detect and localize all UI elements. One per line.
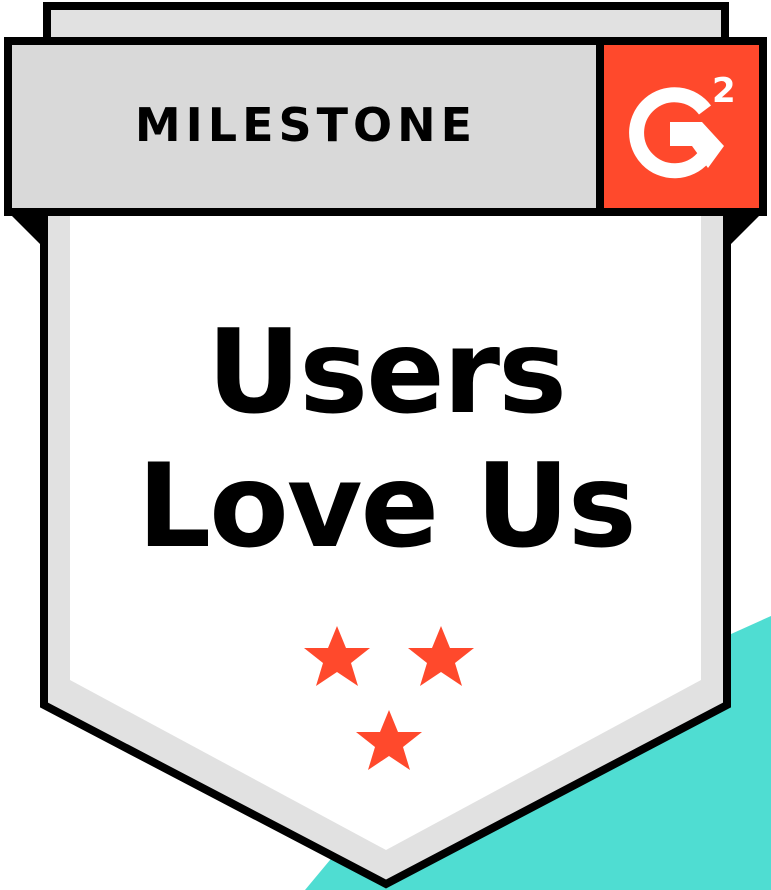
headline-line-2: Love Us [137,439,637,574]
ribbon-fold-right [727,212,763,248]
headline-line-1: Users [206,305,567,440]
ribbon-label: MILESTONE [134,98,478,152]
ribbon-fold-left [8,212,44,248]
milestone-badge-page: 2 MILESTONE Users Love Us [0,0,771,890]
svg-text:2: 2 [712,71,736,111]
